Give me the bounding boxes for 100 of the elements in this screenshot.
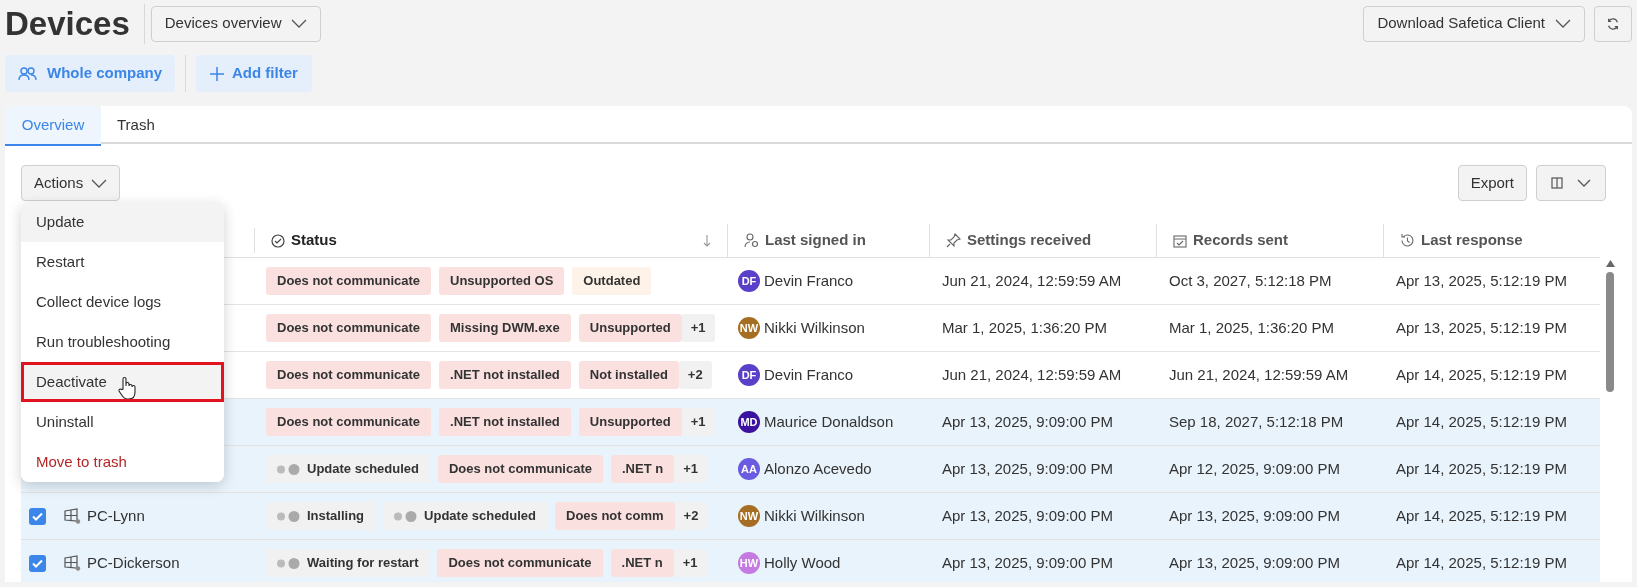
user-name: Alonzo Acevedo	[764, 458, 872, 479]
status-tag: Does not communicate	[437, 549, 603, 577]
progress-dots-icon	[277, 463, 301, 475]
table-cell-text: Apr 13, 2025, 9:09:00 PM	[1169, 552, 1340, 573]
status-tag: Unsupported	[578, 314, 682, 342]
more-count[interactable]: +1	[674, 455, 707, 483]
refresh-button[interactable]	[1594, 5, 1632, 42]
table-cell-text: Apr 14, 2025, 5:12:19 PM	[1396, 505, 1567, 526]
chevron-icon	[91, 178, 108, 188]
menu-item[interactable]: Deactivate	[21, 362, 224, 402]
tab[interactable]: Trash	[101, 106, 171, 144]
table-cell-text: Apr 13, 2025, 9:09:00 PM	[1169, 505, 1340, 526]
table-cell-text: Jun 21, 2024, 12:59:59 AM	[1169, 364, 1349, 385]
status-tag: Does not comm	[555, 502, 675, 530]
columns-icon	[1551, 177, 1563, 189]
avatar: MD	[738, 411, 760, 433]
status-tag: Not installed	[578, 361, 679, 389]
export-button[interactable]: Export	[1457, 165, 1527, 201]
avatar: DF	[738, 270, 760, 292]
column-header[interactable]: Records sent	[1157, 224, 1384, 257]
status-tag: Missing DWM.exe	[439, 314, 571, 342]
hand-cursor-icon	[116, 376, 137, 400]
table-cell-text: Apr 12, 2025, 9:09:00 PM	[1169, 458, 1340, 479]
windows-device-icon	[64, 555, 81, 571]
status-tag: .NET not installed	[439, 408, 571, 436]
user-name: Nikki Wilkinson	[764, 317, 865, 338]
table-cell-text: Apr 13, 2025, 9:09:00 PM	[942, 552, 1113, 573]
more-count[interactable]: +1	[681, 408, 715, 436]
user-name: Maurice Donaldson	[764, 411, 894, 432]
device-name: PC-Lynn	[87, 505, 145, 526]
status-tag: .NET n	[610, 549, 674, 577]
check-circle-icon	[271, 233, 285, 248]
windows-device-icon	[64, 508, 81, 524]
status-tag: .NET not installed	[439, 361, 571, 389]
status-tag: Outdated	[572, 267, 652, 295]
column-header[interactable]: Last signed in	[728, 224, 930, 257]
checkmark-icon	[32, 511, 43, 521]
menu-item[interactable]: Update	[21, 202, 224, 242]
user-name: Nikki Wilkinson	[764, 505, 865, 526]
table-cell-text: Apr 13, 2025, 5:12:19 PM	[1396, 317, 1567, 338]
table-cell-text: Mar 1, 2025, 1:36:20 PM	[942, 317, 1108, 338]
avatar: HW	[738, 552, 760, 574]
checkbox[interactable]	[29, 554, 46, 572]
sort-arrow-icon	[703, 234, 711, 247]
table-cell-text: Apr 14, 2025, 5:12:19 PM	[1396, 411, 1567, 432]
scroll-up-icon[interactable]	[1606, 260, 1615, 267]
actions-dropdown[interactable]: Actions	[21, 165, 121, 201]
more-count[interactable]: +1	[681, 314, 715, 342]
history-icon	[1400, 233, 1415, 248]
status-tag: Update scheduled	[383, 502, 548, 530]
checkmark-icon	[32, 558, 43, 568]
status-tag: Does not communicate	[266, 267, 432, 295]
table-cell-text: Apr 14, 2025, 5:12:19 PM	[1396, 552, 1567, 573]
status-tag: Unsupported OS	[439, 267, 565, 295]
table-cell-text: Apr 13, 2025, 9:09:00 PM	[942, 411, 1113, 432]
plus-icon	[210, 66, 224, 81]
menu-item[interactable]: Uninstall	[21, 402, 224, 442]
columns-dropdown[interactable]	[1536, 165, 1606, 201]
download-dropdown[interactable]: Download Safetica Client	[1363, 5, 1585, 42]
progress-dots-icon	[277, 510, 301, 522]
table-cell-text: Mar 1, 2025, 1:36:20 PM	[1169, 317, 1335, 338]
scrollbar-thumb[interactable]	[1606, 272, 1614, 392]
more-count[interactable]: +2	[674, 502, 708, 530]
calendar-check-icon	[1173, 233, 1187, 248]
status-tag: Update scheduled	[266, 455, 430, 483]
menu-item[interactable]: Restart	[21, 242, 224, 282]
menu-item[interactable]: Run troubleshooting	[21, 322, 224, 362]
status-tag: Unsupported	[578, 408, 682, 436]
chevron-icon	[291, 19, 308, 28]
table-cell-text: Oct 3, 2027, 5:12:18 PM	[1169, 270, 1332, 291]
menu-item[interactable]: Collect device logs	[21, 282, 224, 322]
table-cell-text: Apr 14, 2025, 5:12:19 PM	[1396, 458, 1567, 479]
user-icon	[744, 233, 759, 248]
progress-dots-icon	[277, 557, 301, 569]
status-tag: Does not communicate	[266, 361, 432, 389]
avatar: AA	[738, 458, 760, 480]
device-name: PC-Dickerson	[87, 552, 180, 573]
progress-dots-icon	[394, 510, 419, 522]
status-tag: Waiting for restart	[266, 549, 430, 577]
menu-item[interactable]: Move to trash	[21, 442, 224, 482]
table-cell-text: Sep 18, 2027, 5:12:18 PM	[1169, 411, 1344, 432]
column-header[interactable]: Status	[255, 224, 728, 257]
column-header[interactable]: Last response	[1384, 224, 1600, 257]
table-cell-text: Apr 13, 2025, 9:09:00 PM	[942, 458, 1113, 479]
table-cell-text: Jun 21, 2024, 12:59:59 AM	[942, 364, 1122, 385]
more-count[interactable]: +2	[678, 361, 712, 389]
table-cell-text: Jun 21, 2024, 12:59:59 AM	[942, 270, 1122, 291]
status-tag: Does not communicate	[437, 455, 603, 483]
view-dropdown[interactable]: Devices overview	[150, 5, 322, 42]
user-name: Devin Franco	[764, 364, 854, 385]
column-header[interactable]: Settings received	[930, 224, 1157, 257]
status-tag: Does not communicate	[266, 314, 432, 342]
page-title: Devices	[5, 3, 145, 44]
table-cell-text: Apr 13, 2025, 9:09:00 PM	[942, 505, 1113, 526]
more-count[interactable]: +1	[673, 549, 707, 577]
avatar: DF	[738, 364, 760, 386]
user-name: Holly Wood	[764, 552, 841, 573]
checkbox[interactable]	[29, 507, 46, 525]
user-name: Devin Franco	[764, 270, 854, 291]
avatar: NW	[738, 317, 760, 339]
